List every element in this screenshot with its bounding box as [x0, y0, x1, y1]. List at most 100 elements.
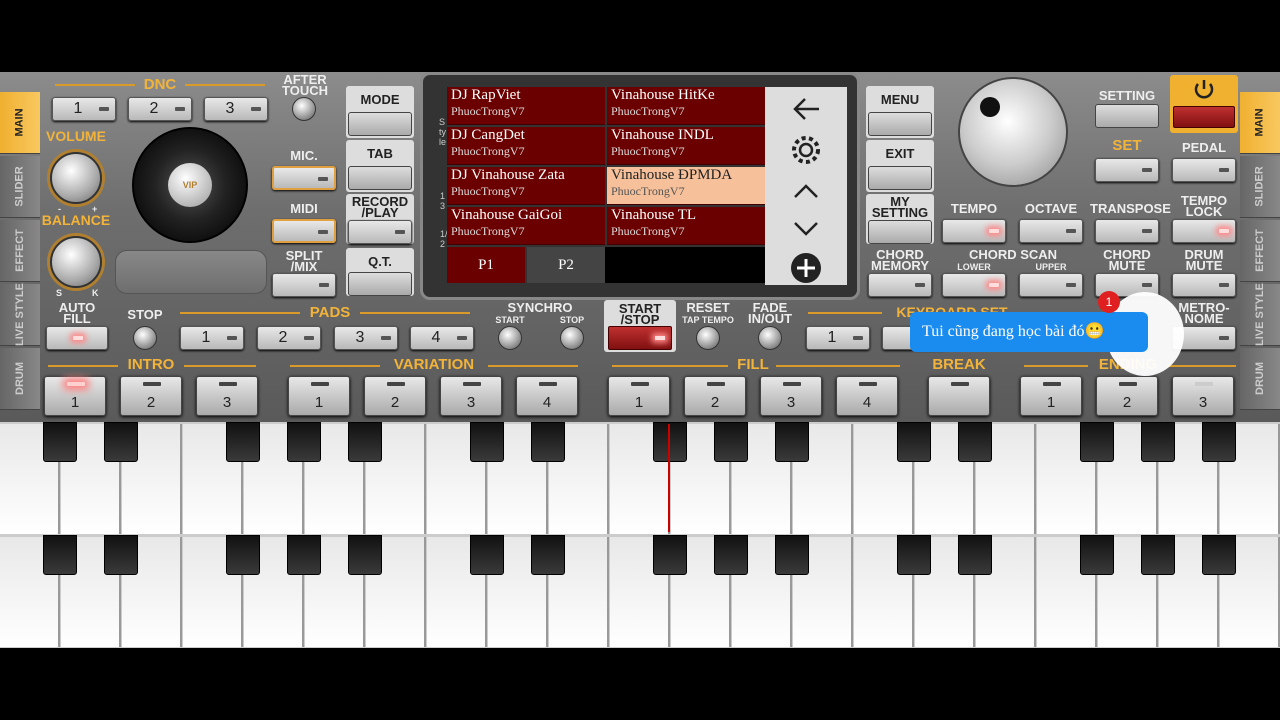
black-key[interactable]: [43, 535, 77, 575]
setting-button[interactable]: [1095, 104, 1159, 128]
black-key[interactable]: [1202, 535, 1236, 575]
side-tab-live-style[interactable]: LIVE STYLE: [0, 283, 40, 346]
variation-button-4[interactable]: 4: [516, 376, 578, 416]
mic-button[interactable]: [272, 166, 336, 190]
record-play-button[interactable]: [348, 220, 412, 244]
synchro-start-knob[interactable]: [498, 326, 522, 350]
volume-knob[interactable]: [50, 152, 102, 204]
tab-button[interactable]: [348, 166, 412, 190]
black-key[interactable]: [531, 422, 565, 462]
chevron-up-icon[interactable]: [793, 183, 819, 199]
drum-mute-button[interactable]: [1172, 273, 1236, 297]
side-tab-main[interactable]: MAIN: [1240, 92, 1280, 154]
fill-button-1[interactable]: 1: [608, 376, 670, 416]
pad-button-4[interactable]: 4: [410, 326, 474, 350]
synchro-stop-knob[interactable]: [560, 326, 584, 350]
black-key[interactable]: [470, 535, 504, 575]
fade-knob[interactable]: [758, 326, 782, 350]
variation-button-3[interactable]: 3: [440, 376, 502, 416]
chord-memory-button[interactable]: [868, 273, 932, 297]
chord-scan-lower-button[interactable]: [942, 273, 1006, 297]
midi-button[interactable]: [272, 219, 336, 243]
intro-button-1[interactable]: 1: [44, 376, 106, 416]
black-key[interactable]: [531, 535, 565, 575]
after-touch-knob[interactable]: [292, 97, 316, 121]
chord-scan-upper-button[interactable]: [1019, 273, 1083, 297]
black-key[interactable]: [226, 422, 260, 462]
style-cell[interactable]: Vinahouse INDL PhuocTrongV7: [607, 127, 765, 165]
black-key[interactable]: [714, 422, 748, 462]
black-key[interactable]: [104, 422, 138, 462]
side-tab-slider[interactable]: SLIDER: [1240, 156, 1280, 218]
black-key[interactable]: [348, 535, 382, 575]
pitch-bend-pad[interactable]: [115, 250, 267, 294]
black-key[interactable]: [104, 535, 138, 575]
side-tab-live-style[interactable]: LIVE STYLE: [1240, 283, 1280, 346]
chevron-down-icon[interactable]: [793, 221, 819, 237]
black-key[interactable]: [958, 422, 992, 462]
break-button[interactable]: [928, 376, 990, 416]
fill-button-2[interactable]: 2: [684, 376, 746, 416]
power-button[interactable]: [1173, 106, 1235, 128]
transpose-button[interactable]: [1095, 219, 1159, 243]
black-key[interactable]: [43, 422, 77, 462]
black-key[interactable]: [470, 422, 504, 462]
fill-button-3[interactable]: 3: [760, 376, 822, 416]
side-tab-main[interactable]: MAIN: [0, 92, 40, 154]
style-cell[interactable]: Vinahouse HitKe PhuocTrongV7: [607, 87, 765, 125]
black-key[interactable]: [897, 422, 931, 462]
balance-knob[interactable]: [50, 236, 102, 288]
style-cell[interactable]: DJ Vinahouse Zata PhuocTrongV7: [447, 167, 605, 205]
side-tab-drum[interactable]: DRUM: [1240, 348, 1280, 410]
variation-button-1[interactable]: 1: [288, 376, 350, 416]
octave-button[interactable]: [1019, 219, 1083, 243]
exit-button[interactable]: [868, 166, 932, 190]
page-tab-p2[interactable]: P2: [527, 247, 605, 283]
intro-button-2[interactable]: 2: [120, 376, 182, 416]
black-key[interactable]: [348, 422, 382, 462]
reset-knob[interactable]: [696, 326, 720, 350]
black-key[interactable]: [714, 535, 748, 575]
black-key[interactable]: [1202, 422, 1236, 462]
black-key[interactable]: [287, 535, 321, 575]
dnc-button-1[interactable]: 1: [52, 97, 116, 121]
black-key[interactable]: [1141, 422, 1175, 462]
black-key[interactable]: [226, 535, 260, 575]
menu-button[interactable]: [868, 112, 932, 136]
pad-button-2[interactable]: 2: [257, 326, 321, 350]
plus-circle-icon[interactable]: [789, 251, 823, 285]
side-tab-effect[interactable]: EFFECT: [0, 220, 40, 282]
style-cell[interactable]: Vinahouse TL PhuocTrongV7: [607, 207, 765, 245]
auto-fill-button[interactable]: [46, 326, 108, 350]
mode-button[interactable]: [348, 112, 412, 136]
tempo-button[interactable]: [942, 219, 1006, 243]
master-dial[interactable]: [958, 77, 1068, 187]
black-key[interactable]: [775, 535, 809, 575]
set-button[interactable]: [1095, 158, 1159, 182]
black-key[interactable]: [1080, 422, 1114, 462]
dnc-button-3[interactable]: 3: [204, 97, 268, 121]
chat-bubble[interactable]: Tui cũng đang học bài đó😬: [910, 312, 1148, 352]
gear-icon[interactable]: [789, 133, 823, 167]
black-key[interactable]: [897, 535, 931, 575]
pad-button-3[interactable]: 3: [334, 326, 398, 350]
side-tab-effect[interactable]: EFFECT: [1240, 220, 1280, 282]
black-key[interactable]: [653, 422, 687, 462]
pedal-button[interactable]: [1172, 158, 1236, 182]
style-cell[interactable]: DJ RapViet PhuocTrongV7: [447, 87, 605, 125]
qt-button[interactable]: [348, 272, 412, 296]
tempo-lock-button[interactable]: [1172, 219, 1236, 243]
split-mix-button[interactable]: [272, 273, 336, 297]
dnc-button-2[interactable]: 2: [128, 97, 192, 121]
keyboard-set-button-1[interactable]: 1: [806, 326, 870, 350]
my-setting-button[interactable]: [868, 220, 932, 244]
ending-button-3[interactable]: 3: [1172, 376, 1234, 416]
page-tab-p1[interactable]: P1: [447, 247, 525, 283]
pad-button-1[interactable]: 1: [180, 326, 244, 350]
black-key[interactable]: [1080, 535, 1114, 575]
start-stop-button[interactable]: [608, 326, 672, 350]
side-tab-drum[interactable]: DRUM: [0, 348, 40, 410]
jog-wheel[interactable]: VIP: [132, 127, 248, 243]
side-tab-slider[interactable]: SLIDER: [0, 156, 40, 218]
style-cell[interactable]: Vinahouse GaiGoi PhuocTrongV7: [447, 207, 605, 245]
